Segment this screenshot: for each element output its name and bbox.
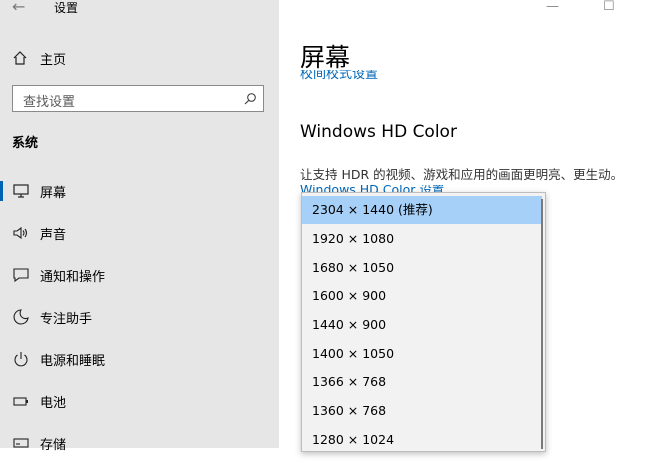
sidebar-item-label: 通知和操作 [40, 270, 106, 285]
sidebar-item-battery[interactable]: 电池 [0, 381, 279, 421]
dropdown-scrollbar[interactable] [541, 199, 543, 449]
resolution-option[interactable]: 1600 × 900 [302, 282, 542, 310]
resolution-option[interactable]: 1680 × 1050 [302, 254, 542, 282]
speaker-icon [13, 226, 28, 240]
sidebar-item-label: 屏幕 [40, 186, 67, 201]
resolution-option[interactable]: 1920 × 1080 [302, 225, 542, 253]
scrolled-link[interactable]: 校间校式设置 [300, 70, 378, 82]
app-title: 设置 [54, 1, 79, 15]
resolution-option[interactable]: 1280 × 1024 [302, 426, 542, 451]
moon-icon [13, 309, 29, 325]
section-header: 系统 [12, 136, 39, 151]
sidebar-item-label: 专注助手 [40, 312, 93, 327]
notification-icon [13, 268, 29, 283]
resolution-option[interactable]: 1360 × 768 [302, 397, 542, 425]
sidebar-item-display[interactable]: 屏幕 [0, 171, 279, 211]
sidebar-item-notifications[interactable]: 通知和操作 [0, 255, 279, 295]
hd-color-heading: Windows HD Color [300, 122, 457, 142]
search-input[interactable]: 查找设置 [12, 85, 264, 112]
sidebar-item-label: 电源和睡眠 [40, 354, 106, 369]
storage-icon [13, 438, 29, 448]
resolution-option[interactable]: 1440 × 900 [302, 311, 542, 339]
power-icon [14, 352, 28, 367]
sidebar-item-home[interactable]: 主页 [0, 44, 279, 72]
resolution-option[interactable]: 1366 × 768 [302, 368, 542, 396]
search-icon[interactable] [243, 92, 257, 106]
sidebar: ← 设置 主页 查找设置 系统 屏幕 声音 通知和操作 专注助手 电源和睡眠 电… [0, 0, 279, 453]
sidebar-item-label: 存储 [40, 438, 67, 453]
back-arrow-icon[interactable]: ← [12, 0, 32, 16]
search-placeholder: 查找设置 [23, 95, 76, 110]
resolution-dropdown-list[interactable]: 2304 × 1440 (推荐) 1920 × 1080 1680 × 1050… [301, 192, 546, 452]
resolution-option[interactable]: 1400 × 1050 [302, 340, 542, 368]
minimize-button[interactable]: — [546, 0, 559, 16]
monitor-icon [13, 184, 29, 198]
battery-icon [13, 397, 28, 406]
home-icon [13, 51, 27, 65]
sidebar-item-storage[interactable]: 存储 [0, 423, 279, 463]
resolution-option[interactable]: 2304 × 1440 (推荐) [302, 196, 542, 224]
sidebar-item-label: 电池 [40, 396, 67, 411]
sidebar-item-focus-assist[interactable]: 专注助手 [0, 297, 279, 337]
sidebar-home-label: 主页 [40, 53, 67, 68]
page-title: 屏幕 [300, 43, 351, 72]
sidebar-item-label: 声音 [40, 228, 67, 243]
maximize-button[interactable]: ☐ [603, 0, 615, 16]
sidebar-item-power[interactable]: 电源和睡眠 [0, 339, 279, 379]
sidebar-item-sound[interactable]: 声音 [0, 213, 279, 253]
hd-color-description: 让支持 HDR 的视频、游戏和应用的画面更明亮、更生动。 [300, 167, 624, 182]
